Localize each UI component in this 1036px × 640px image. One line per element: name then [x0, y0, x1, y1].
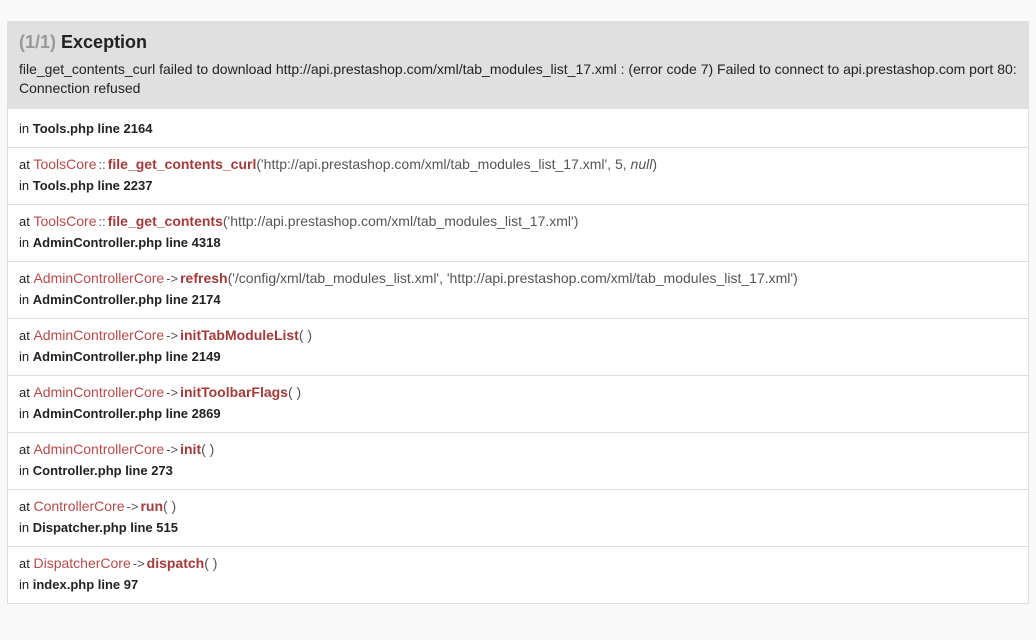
trace-class: ToolsCore [33, 156, 97, 172]
trace-class: AdminControllerCore [33, 327, 165, 343]
trace-function: file_get_contents_curl [107, 156, 257, 172]
trace-origin: in Tools.php line 2164 [8, 109, 1028, 147]
exception-title-text: Exception [61, 32, 148, 52]
trace-separator: :: [98, 214, 106, 229]
trace-location: in Controller.php line 273 [19, 463, 173, 478]
trace-function: init [180, 441, 202, 457]
trace-class: AdminControllerCore [33, 384, 165, 400]
trace-at-label: at [19, 328, 30, 343]
trace-class: DispatcherCore [33, 555, 131, 571]
trace-args: ('http://api.prestashop.com/xml/tab_modu… [256, 156, 657, 172]
trace-location: in AdminController.php line 2869 [19, 406, 221, 421]
trace-item: at AdminControllerCore -> init( ) in Contr… [8, 432, 1028, 489]
trace-at-label: at [19, 556, 30, 571]
trace-item: at ToolsCore:: file_get_contents_curl('ht… [8, 147, 1028, 204]
trace-location: in index.php line 97 [19, 577, 139, 592]
trace-class: AdminControllerCore [33, 270, 165, 286]
exception-message: file_get_contents_curl failed to downloa… [19, 61, 1017, 96]
trace-args: ( ) [163, 498, 177, 514]
trace-class: AdminControllerCore [33, 441, 165, 457]
trace-args: ('http://api.prestashop.com/xml/tab_modu… [222, 213, 579, 229]
trace-class: ToolsCore [33, 213, 97, 229]
trace-item: at AdminControllerCore -> initToolbarFlags… [8, 375, 1028, 432]
trace-item: at ToolsCore:: file_get_contents('http://… [8, 204, 1028, 261]
trace-function: refresh [180, 270, 228, 286]
trace-at-label: at [19, 271, 30, 286]
exception-count: (1/1) [19, 32, 57, 52]
trace-location: in Dispatcher.php line 515 [19, 520, 178, 535]
trace-at-label: at [19, 157, 30, 172]
trace-args: ( ) [298, 327, 313, 343]
trace-separator: -> [126, 499, 139, 514]
stack-trace-list: in Tools.php line 2164 at ToolsCore:: fil… [7, 109, 1029, 604]
trace-args: ('/config/xml/tab_modules_list.xml', 'ht… [227, 270, 798, 286]
trace-separator: -> [166, 271, 179, 286]
trace-class: ControllerCore [33, 498, 125, 514]
trace-function: initToolbarFlags [180, 384, 288, 400]
trace-separator: -> [166, 442, 179, 457]
trace-item: at AdminControllerCore -> refresh('/config… [8, 261, 1028, 318]
trace-function: dispatch [146, 555, 205, 571]
trace-separator: -> [166, 328, 179, 343]
trace-args: ( ) [204, 555, 218, 571]
trace-location: in Tools.php line 2164 [19, 121, 153, 136]
trace-location: in Tools.php line 2237 [19, 178, 153, 193]
trace-args: ( ) [287, 384, 302, 400]
trace-at-label: at [19, 385, 30, 400]
trace-function: initTabModuleList [180, 327, 299, 343]
trace-function: file_get_contents [107, 213, 223, 229]
trace-item: at DispatcherCore -> dispatch( ) in index.… [8, 546, 1028, 603]
trace-location: in AdminController.php line 2149 [19, 349, 221, 364]
trace-item: at ControllerCore -> run( ) in Dispatcher.… [8, 489, 1028, 546]
trace-separator: -> [166, 385, 179, 400]
exception-panel: (1/1) Exception file_get_contents_curl f… [7, 21, 1029, 604]
trace-at-label: at [19, 499, 30, 514]
trace-separator: :: [98, 157, 106, 172]
trace-args: ( ) [201, 441, 215, 457]
trace-at-label: at [19, 214, 30, 229]
trace-item: at AdminControllerCore -> initTabModuleLis… [8, 318, 1028, 375]
trace-at-label: at [19, 442, 30, 457]
trace-location: in AdminController.php line 4318 [19, 235, 221, 250]
trace-separator: -> [132, 556, 145, 571]
trace-function: run [140, 498, 163, 514]
exception-title: (1/1) Exception [19, 31, 1017, 53]
exception-header: (1/1) Exception file_get_contents_curl f… [7, 21, 1029, 109]
trace-location: in AdminController.php line 2174 [19, 292, 221, 307]
